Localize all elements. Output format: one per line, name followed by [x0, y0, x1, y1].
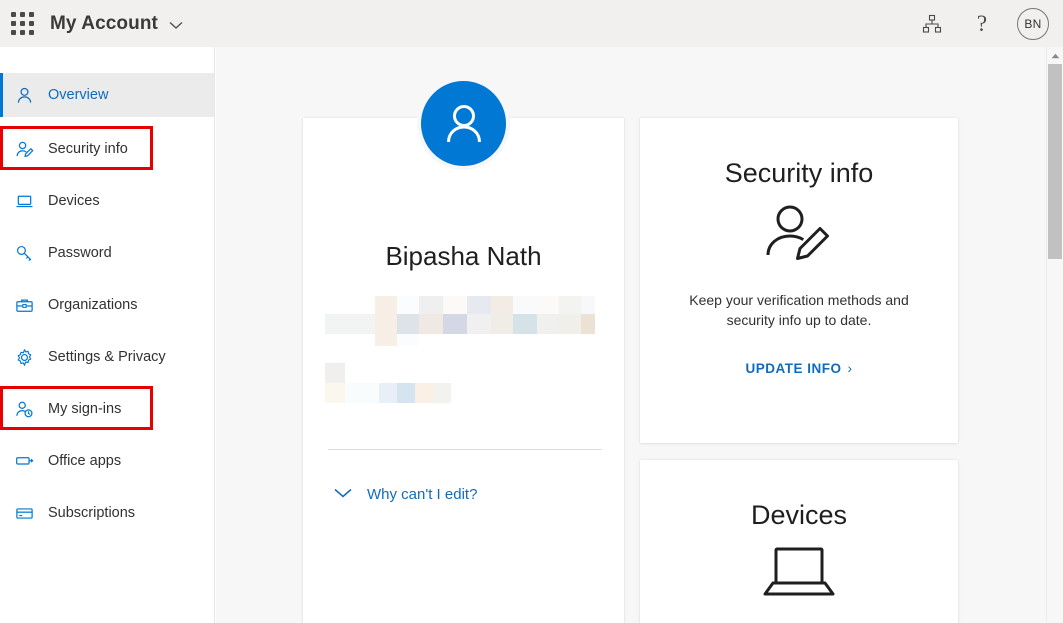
sidebar-item-label: Security info	[48, 141, 128, 157]
chevron-down-icon[interactable]	[169, 17, 183, 35]
person-avatar-icon	[446, 104, 481, 142]
why-cant-i-edit-link[interactable]: Why can't I edit?	[333, 486, 477, 503]
redacted-details-line1	[325, 296, 595, 346]
redacted-details-line2	[325, 363, 455, 403]
avatar[interactable]: BN	[1017, 7, 1049, 40]
person-clock-icon	[12, 397, 36, 421]
main-content: Bipasha Nath Why can't I edit? Security …	[216, 47, 1063, 623]
card-description: Keep your verification methods and secur…	[689, 292, 909, 328]
sidebar-item-label: Office apps	[48, 453, 122, 469]
org-chart-icon[interactable]	[917, 9, 947, 39]
sidebar-item-security-info[interactable]: Security info	[0, 127, 214, 171]
sidebar-item-office-apps[interactable]: Office apps	[0, 439, 214, 483]
my-account-page: My Account ? BN Overview Security info D…	[0, 0, 1063, 623]
sidebar-item-label: Overview	[48, 87, 109, 103]
gear-icon	[12, 345, 36, 369]
scroll-up-arrow[interactable]	[1047, 47, 1063, 64]
help-icon[interactable]: ?	[967, 9, 997, 39]
sidebar-item-label: Devices	[48, 193, 100, 209]
sidebar-item-my-sign-ins[interactable]: My sign-ins	[0, 387, 214, 431]
profile-avatar	[417, 77, 510, 170]
laptop-icon	[640, 545, 958, 603]
sidebar-item-subscriptions[interactable]: Subscriptions	[0, 491, 214, 535]
avatar-initials: BN	[1024, 16, 1042, 31]
header-actions: ? BN	[917, 7, 1063, 40]
sidebar-item-label: Password	[48, 245, 112, 261]
vertical-scrollbar[interactable]	[1046, 47, 1063, 623]
profile-divider	[328, 449, 602, 450]
laptop-icon	[12, 189, 36, 213]
app-launcher-icon[interactable]	[10, 11, 36, 37]
sidebar-item-settings-privacy[interactable]: Settings & Privacy	[0, 335, 214, 379]
card-icon	[12, 501, 36, 525]
page-title: My Account	[50, 12, 158, 34]
update-info-link[interactable]: UPDATE INFO ›	[640, 361, 958, 376]
profile-card: Bipasha Nath Why can't I edit?	[303, 118, 624, 623]
office-apps-icon	[12, 449, 36, 473]
chevron-right-icon: ›	[847, 360, 853, 376]
sidebar: Overview Security info Devices Password	[0, 47, 215, 623]
card-title: Security info	[724, 158, 874, 188]
sidebar-item-overview[interactable]: Overview	[0, 73, 214, 117]
why-cant-i-edit-label: Why can't I edit?	[367, 486, 478, 503]
top-header: My Account ? BN	[0, 0, 1063, 47]
help-glyph: ?	[976, 11, 988, 36]
briefcase-icon	[12, 293, 36, 317]
sidebar-item-label: Organizations	[48, 297, 138, 313]
profile-name: Bipasha Nath	[385, 241, 542, 271]
card-title: Devices	[750, 500, 848, 530]
sidebar-item-organizations[interactable]: Organizations	[0, 283, 214, 327]
person-edit-icon	[12, 137, 36, 161]
scroll-thumb[interactable]	[1048, 64, 1062, 259]
sidebar-item-password[interactable]: Password	[0, 231, 214, 275]
sidebar-item-label: Subscriptions	[48, 505, 136, 521]
sidebar-item-devices[interactable]: Devices	[0, 179, 214, 223]
update-info-label: UPDATE INFO	[745, 360, 842, 376]
chevron-down-icon	[333, 486, 353, 503]
security-info-card[interactable]: Security info Keep your verification met…	[640, 118, 958, 443]
key-icon	[12, 241, 36, 265]
devices-card[interactable]: Devices Disable a lost device or sign...	[640, 460, 958, 623]
sidebar-item-label: My sign-ins	[48, 401, 122, 417]
sidebar-item-label: Settings & Privacy	[48, 349, 166, 365]
person-icon	[12, 83, 36, 107]
person-edit-icon	[640, 203, 958, 265]
